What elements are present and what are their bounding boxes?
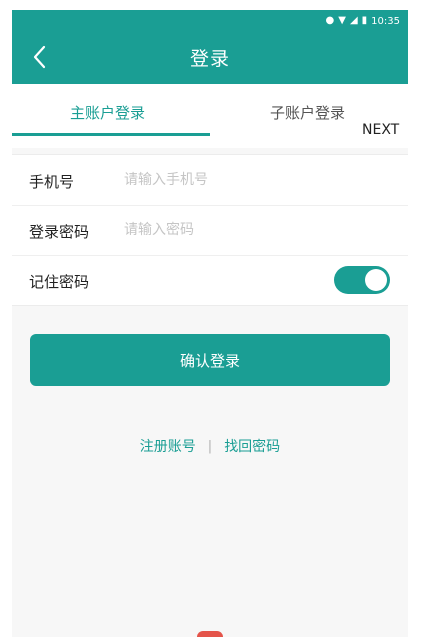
tab-main-account[interactable]: 主账户登录 <box>70 102 145 123</box>
phone-input[interactable] <box>124 167 384 193</box>
link-divider: | <box>207 438 213 454</box>
status-time: 10:35 <box>371 15 400 27</box>
status-bar: ● ▼ ◢ ▮ 10:35 <box>326 13 400 29</box>
login-form: 手机号 登录密码 记住密码 <box>12 154 408 306</box>
password-input[interactable] <box>124 217 384 243</box>
battery-icon: ▮ <box>361 15 368 26</box>
password-label: 登录密码 <box>29 223 90 241</box>
tab-indicator <box>12 133 210 136</box>
location-icon: ● <box>325 15 335 26</box>
tab-sub-account[interactable]: 子账户登录 <box>270 102 345 123</box>
page-title: 登录 <box>189 48 230 70</box>
confirm-login-button[interactable]: 确认登录 <box>30 334 390 386</box>
toggle-knob <box>365 269 387 291</box>
phone-label: 手机号 <box>29 173 75 191</box>
wifi-icon: ▼ <box>338 15 346 26</box>
phone-row: 手机号 <box>12 155 408 206</box>
signal-icon: ◢ <box>349 15 358 26</box>
login-tabs: 主账户登录 子账户登录 NEXT <box>12 84 408 148</box>
register-link[interactable]: 注册账号 <box>140 436 196 456</box>
app-frame: ● ▼ ◢ ▮ 10:35 登录 主账户登录 子账户登录 NEXT 手机号 登录… <box>12 10 408 637</box>
bottom-indicator <box>197 631 223 637</box>
recover-password-link[interactable]: 找回密码 <box>224 436 280 456</box>
remember-row: 记住密码 <box>12 255 408 305</box>
app-bar: ● ▼ ◢ ▮ 10:35 登录 <box>12 10 408 84</box>
remember-label: 记住密码 <box>29 273 90 291</box>
remember-password-toggle[interactable] <box>334 266 390 294</box>
account-links: 注册账号 | 找回密码 <box>12 436 408 456</box>
next-button[interactable]: NEXT <box>362 122 399 138</box>
password-row: 登录密码 <box>12 205 408 256</box>
